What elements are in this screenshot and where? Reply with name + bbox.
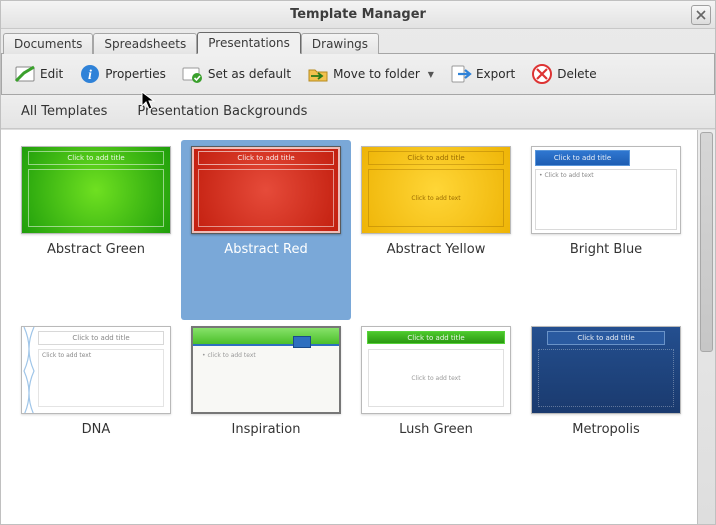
template-label: Abstract Yellow bbox=[387, 242, 486, 257]
move-to-folder-label: Move to folder bbox=[333, 67, 420, 81]
edit-icon bbox=[14, 63, 36, 85]
breadcrumb: All Templates Presentation Backgrounds bbox=[1, 95, 715, 129]
titlebar: Template Manager bbox=[1, 1, 715, 29]
scrollbar-thumb[interactable] bbox=[700, 132, 713, 352]
close-button[interactable] bbox=[691, 5, 711, 25]
template-manager-window: Template Manager Documents Spreadsheets … bbox=[0, 0, 716, 525]
svg-text:i: i bbox=[88, 68, 92, 83]
folder-move-icon bbox=[307, 63, 329, 85]
thumb-title bbox=[193, 328, 339, 346]
edit-label: Edit bbox=[40, 67, 63, 81]
template-item-bright-blue[interactable]: Click to add title • Click to add text B… bbox=[521, 140, 691, 320]
template-label: Abstract Green bbox=[47, 242, 145, 257]
thumb-body bbox=[538, 349, 674, 407]
template-label: Abstract Red bbox=[224, 242, 307, 257]
template-label: Bright Blue bbox=[570, 242, 642, 257]
template-item-metropolis[interactable]: Click to add title Metropolis bbox=[521, 320, 691, 500]
dropdown-arrow-icon: ▼ bbox=[428, 70, 434, 79]
delete-label: Delete bbox=[557, 67, 596, 81]
breadcrumb-root[interactable]: All Templates bbox=[21, 104, 107, 119]
move-to-folder-button[interactable]: Move to folder ▼ bbox=[303, 61, 438, 87]
thumb-body: Click to add text bbox=[38, 349, 164, 407]
template-thumb: Click to add title bbox=[531, 326, 681, 414]
toolbar: Edit i Properties Set as default Move to… bbox=[1, 53, 715, 95]
template-item-abstract-yellow[interactable]: Click to add title Click to add text Abs… bbox=[351, 140, 521, 320]
template-item-dna[interactable]: Click to add title Click to add text DNA bbox=[11, 320, 181, 500]
thumb-body: Click to add text bbox=[368, 349, 504, 407]
export-icon bbox=[450, 63, 472, 85]
tab-presentations[interactable]: Presentations bbox=[197, 32, 301, 54]
tab-spreadsheets[interactable]: Spreadsheets bbox=[93, 33, 197, 54]
thumb-title: Click to add title bbox=[535, 150, 630, 166]
tab-documents[interactable]: Documents bbox=[3, 33, 93, 54]
template-thumb: Click to add title bbox=[21, 146, 171, 234]
properties-label: Properties bbox=[105, 67, 166, 81]
properties-button[interactable]: i Properties bbox=[75, 61, 170, 87]
template-label: Lush Green bbox=[399, 422, 473, 437]
breadcrumb-folder[interactable]: Presentation Backgrounds bbox=[137, 104, 307, 119]
template-gallery: Click to add title Abstract Green Click … bbox=[1, 130, 697, 524]
tab-bar: Documents Spreadsheets Presentations Dra… bbox=[1, 29, 715, 53]
export-button[interactable]: Export bbox=[446, 61, 519, 87]
thumb-title: Click to add title bbox=[28, 151, 164, 165]
dna-helix-icon bbox=[22, 327, 36, 414]
thumb-title: Click to add title bbox=[198, 151, 334, 165]
default-icon bbox=[182, 63, 204, 85]
template-label: Metropolis bbox=[572, 422, 640, 437]
template-item-abstract-green[interactable]: Click to add title Abstract Green bbox=[11, 140, 181, 320]
window-title: Template Manager bbox=[290, 7, 426, 22]
template-thumb: Click to add title Click to add text bbox=[361, 146, 511, 234]
gallery-container: Click to add title Abstract Green Click … bbox=[1, 129, 715, 524]
vertical-scrollbar[interactable] bbox=[697, 130, 715, 524]
template-thumb: Click to add title • Click to add text bbox=[531, 146, 681, 234]
close-icon bbox=[696, 10, 706, 20]
export-label: Export bbox=[476, 67, 515, 81]
accent-square-icon bbox=[293, 336, 311, 348]
delete-button[interactable]: Delete bbox=[527, 61, 600, 87]
set-default-button[interactable]: Set as default bbox=[178, 61, 295, 87]
template-thumb: • click to add text bbox=[191, 326, 341, 414]
thumb-body bbox=[198, 169, 334, 227]
thumb-title: Click to add title bbox=[547, 331, 665, 345]
tab-drawings[interactable]: Drawings bbox=[301, 33, 379, 54]
thumb-title: Click to add title bbox=[367, 331, 505, 344]
template-item-lush-green[interactable]: Click to add title Click to add text Lus… bbox=[351, 320, 521, 500]
template-label: Inspiration bbox=[232, 422, 301, 437]
thumb-title: Click to add title bbox=[368, 151, 504, 165]
info-icon: i bbox=[79, 63, 101, 85]
set-default-label: Set as default bbox=[208, 67, 291, 81]
template-item-abstract-red[interactable]: Click to add title Abstract Red bbox=[181, 140, 351, 320]
template-thumb: Click to add title bbox=[191, 146, 341, 234]
template-label: DNA bbox=[82, 422, 111, 437]
thumb-body: • Click to add text bbox=[535, 169, 677, 230]
template-thumb: Click to add title Click to add text bbox=[21, 326, 171, 414]
thumb-body: Click to add text bbox=[368, 169, 504, 227]
edit-button[interactable]: Edit bbox=[10, 61, 67, 87]
template-thumb: Click to add title Click to add text bbox=[361, 326, 511, 414]
thumb-body: • click to add text bbox=[199, 350, 333, 406]
thumb-body bbox=[28, 169, 164, 227]
delete-icon bbox=[531, 63, 553, 85]
template-item-inspiration[interactable]: • click to add text Inspiration bbox=[181, 320, 351, 500]
thumb-title: Click to add title bbox=[38, 331, 164, 345]
